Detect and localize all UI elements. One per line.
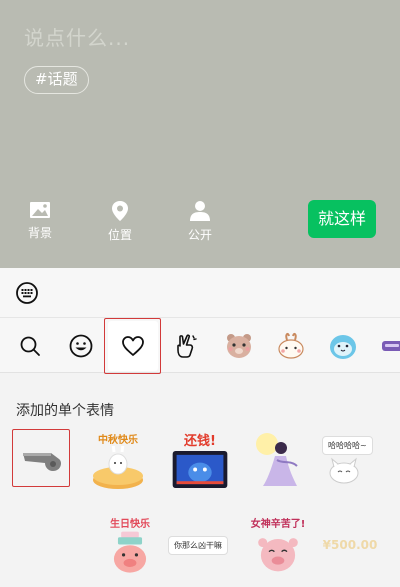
bear-sticker-icon <box>227 334 251 358</box>
keyboard-toggle-button[interactable] <box>16 282 38 308</box>
tv-monster-icon <box>172 450 228 489</box>
panel-toolbar <box>0 268 400 318</box>
pink-pig-icon <box>258 538 298 572</box>
keyboard-icon <box>16 282 38 304</box>
image-icon <box>30 202 50 218</box>
section-title: 添加的单个表情 <box>16 403 114 419</box>
search-icon <box>20 336 40 356</box>
birthday-caption: 生日快乐 <box>110 519 150 530</box>
moon-fairy-icon <box>256 433 298 486</box>
wayd-caption: 你那么凶干嘛 <box>168 535 228 555</box>
person-icon <box>190 201 210 221</box>
tab-blob-stickers[interactable] <box>318 321 368 371</box>
bunny-mooncake-icon <box>93 445 143 489</box>
sticker-faded-text[interactable]: ¥500.00 <box>320 515 380 575</box>
submit-button[interactable]: 就这样 <box>308 200 376 238</box>
background-option[interactable]: 背景 <box>10 200 70 241</box>
background-label: 背景 <box>27 226 52 240</box>
goddess-caption: 女神辛苦了! <box>250 519 306 530</box>
bunny-sticker-icon <box>278 332 304 359</box>
post-text-input[interactable]: 说点什么... <box>24 22 130 51</box>
tab-search[interactable] <box>5 321 55 371</box>
location-pin-icon <box>112 201 128 221</box>
tab-bear-stickers[interactable] <box>214 321 264 371</box>
smiley-icon <box>69 334 93 358</box>
laugh-cat-caption: 哈哈哈哈~ <box>322 435 373 455</box>
pig-cake-icon <box>113 531 147 573</box>
purple-sticker-icon <box>382 341 400 351</box>
sticker-what-are-you-doing[interactable]: 你那么凶干嘛 <box>168 515 228 575</box>
sticker-moon-fairy[interactable] <box>248 430 308 490</box>
tab-emoji[interactable] <box>56 321 106 371</box>
sticker-goddess-tired[interactable]: 女神辛苦了! <box>248 515 308 575</box>
faded-caption: ¥500.00 <box>322 538 378 552</box>
location-option[interactable]: 位置 <box>90 200 150 243</box>
tab-gestures[interactable] <box>161 321 211 371</box>
location-label: 位置 <box>107 228 132 242</box>
sticker-mid-autumn[interactable]: 中秋快乐 <box>88 430 148 490</box>
tab-bunny-stickers[interactable] <box>266 321 316 371</box>
sticker-laugh-cat[interactable]: 哈哈哈哈~ <box>322 430 382 490</box>
visibility-label: 公开 <box>187 228 212 242</box>
topic-chip[interactable]: #话题 <box>24 66 89 94</box>
cat-icon <box>329 457 359 483</box>
tab-more-stickers[interactable] <box>370 321 400 371</box>
whistle-sticker-highlight <box>12 429 70 487</box>
mid-autumn-caption: 中秋快乐 <box>98 434 138 446</box>
blue-blob-sticker-icon <box>330 335 356 359</box>
sticker-birthday-pig[interactable]: 生日快乐 <box>100 515 160 575</box>
victory-hand-icon <box>177 334 197 358</box>
emoji-category-tabs <box>0 318 400 373</box>
visibility-option[interactable]: 公开 <box>170 200 230 243</box>
compose-area: 说点什么... #话题 背景 位置 公开 就这样 <box>0 0 400 268</box>
favorites-tab-highlight <box>104 318 161 374</box>
sticker-pay-back[interactable]: 还钱! <box>170 430 230 490</box>
pay-back-caption: 还钱! <box>184 434 216 449</box>
